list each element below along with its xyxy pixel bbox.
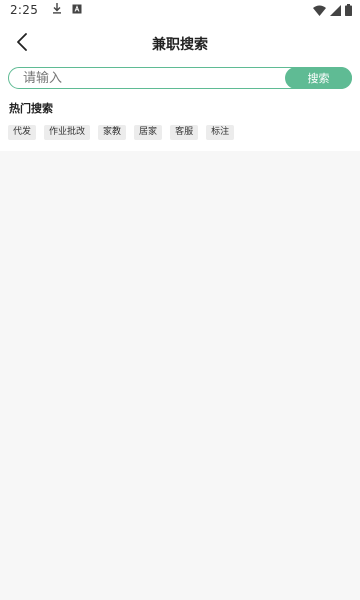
search-bar: 搜索 [8, 67, 352, 89]
app-notification-icon [72, 3, 82, 17]
search-button[interactable]: 搜索 [285, 67, 352, 89]
wifi-icon [313, 5, 326, 19]
hot-search-title: 热门搜索 [9, 102, 53, 115]
download-icon [52, 3, 62, 17]
hot-search-tags: 代发 作业批改 家教 居家 客服 标注 [8, 125, 235, 140]
hot-tag-homework-grading[interactable]: 作业批改 [44, 125, 91, 140]
hot-tag-customer-service[interactable]: 客服 [170, 125, 199, 140]
hot-tag-annotation[interactable]: 标注 [206, 125, 235, 140]
app-header: 兼职搜索 [0, 22, 360, 66]
page-title: 兼职搜索 [152, 37, 208, 53]
hot-tag-work-from-home[interactable]: 居家 [134, 125, 163, 140]
status-bar: 2:25 [0, 0, 360, 20]
battery-icon [345, 4, 352, 19]
hot-tag-daifa[interactable]: 代发 [8, 125, 37, 140]
status-time: 2:25 [10, 3, 39, 17]
signal-icon [330, 4, 341, 19]
results-area [0, 151, 360, 600]
hot-tag-tutoring[interactable]: 家教 [98, 125, 127, 140]
